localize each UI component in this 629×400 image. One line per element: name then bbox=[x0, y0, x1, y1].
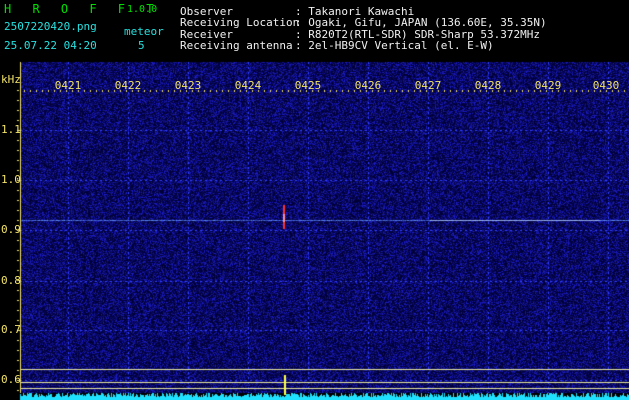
frequency-tick: 0.7 bbox=[1, 323, 21, 336]
file-datetime: 25.07.22 04:20 bbox=[4, 39, 97, 52]
time-tick: 0424 bbox=[234, 79, 262, 92]
time-tick: 0428 bbox=[474, 79, 502, 92]
frequency-tick: 1.1 bbox=[1, 123, 21, 136]
frequency-tick: 0.6 bbox=[1, 373, 21, 386]
frequency-tick: 0.8 bbox=[1, 274, 21, 287]
frequency-unit-label: kHz bbox=[1, 73, 21, 86]
time-tick: 0426 bbox=[354, 79, 382, 92]
time-tick: 0427 bbox=[414, 79, 442, 92]
time-tick: 0425 bbox=[294, 79, 322, 92]
antenna-value: : 2el-HB9CV Vertical (el. E-W) bbox=[295, 39, 494, 52]
file-name: 2507220420.png bbox=[4, 20, 97, 33]
app-version: 1.0.0 bbox=[127, 4, 158, 15]
spectrogram-canvas bbox=[0, 0, 629, 400]
time-tick: 0430 bbox=[592, 79, 620, 92]
time-tick: 0421 bbox=[54, 79, 82, 92]
frequency-tick: 1.0 bbox=[1, 173, 21, 186]
antenna-label: Receiving antenna bbox=[180, 39, 293, 52]
meteor-count-value: 5 bbox=[138, 39, 145, 52]
time-tick: 0422 bbox=[114, 79, 142, 92]
time-tick: 0429 bbox=[534, 79, 562, 92]
time-tick: 0423 bbox=[174, 79, 202, 92]
frequency-tick: 0.9 bbox=[1, 223, 21, 236]
meteor-count-label: meteor bbox=[124, 25, 164, 38]
